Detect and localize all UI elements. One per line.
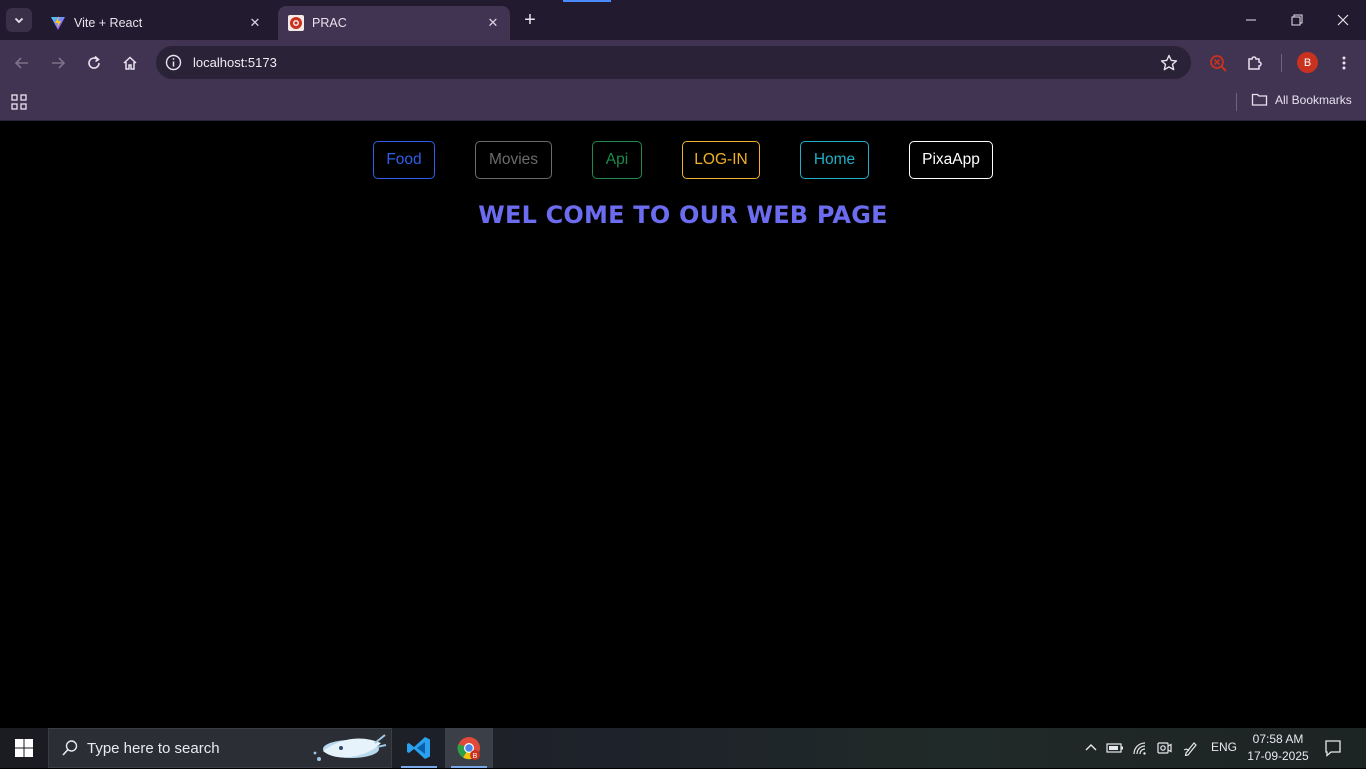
close-icon bbox=[1337, 14, 1349, 26]
windows-taskbar: B ENG 07:58 AM 17-09-2025 bbox=[0, 728, 1366, 768]
folder-icon bbox=[1251, 93, 1268, 106]
reload-button[interactable] bbox=[82, 51, 106, 75]
tab-group-indicator bbox=[563, 0, 611, 2]
forward-button[interactable] bbox=[46, 51, 70, 75]
extensions-button[interactable] bbox=[1243, 51, 1267, 75]
nav-login-button[interactable]: LOG-IN bbox=[682, 141, 760, 179]
chrome-icon: B bbox=[457, 737, 480, 760]
tab-search-button[interactable] bbox=[6, 8, 32, 32]
taskbar-vscode[interactable] bbox=[395, 728, 443, 768]
notification-icon bbox=[1325, 740, 1341, 757]
blocked-extension-icon bbox=[1210, 55, 1227, 72]
arrow-left-icon bbox=[14, 57, 28, 69]
site-favicon-icon bbox=[288, 15, 304, 31]
vite-icon bbox=[50, 15, 66, 31]
nav-movies-button[interactable]: Movies bbox=[475, 141, 552, 179]
home-icon bbox=[123, 56, 137, 70]
notifications-button[interactable] bbox=[1321, 728, 1345, 768]
bookmark-star-icon[interactable] bbox=[1159, 53, 1179, 73]
tab-vite-react[interactable]: Vite + React ✕ bbox=[40, 6, 272, 40]
site-info-icon[interactable] bbox=[165, 54, 182, 71]
vscode-icon bbox=[407, 737, 430, 759]
extension-blocked-button[interactable] bbox=[1206, 51, 1230, 75]
camera-icon bbox=[1157, 742, 1172, 754]
search-highlight-illustration-icon bbox=[313, 734, 387, 761]
restore-icon bbox=[1291, 14, 1303, 26]
minimize-button[interactable] bbox=[1228, 0, 1274, 40]
battery-icon bbox=[1106, 743, 1123, 753]
svg-text:B: B bbox=[473, 753, 478, 760]
arrow-right-icon bbox=[52, 57, 66, 69]
page-content: Food Movies Api LOG-IN Home PixaApp WEL … bbox=[0, 121, 1366, 728]
close-tab-icon[interactable]: ✕ bbox=[246, 14, 264, 32]
pen-tray[interactable] bbox=[1180, 728, 1202, 768]
show-hidden-icons-button[interactable] bbox=[1081, 728, 1101, 768]
clock-date: 17-09-2025 bbox=[1247, 749, 1309, 763]
wifi-icon bbox=[1133, 742, 1146, 755]
search-icon bbox=[62, 740, 78, 756]
back-button[interactable] bbox=[10, 51, 34, 75]
url-text[interactable]: localhost:5173 bbox=[193, 55, 277, 70]
tab-strip: Vite + React ✕ PRAC ✕ + bbox=[0, 0, 1366, 40]
taskbar-chrome[interactable]: B bbox=[445, 728, 493, 768]
kebab-menu-icon bbox=[1342, 56, 1346, 70]
taskbar-search[interactable] bbox=[48, 728, 392, 768]
bookmarks-divider bbox=[1236, 93, 1237, 111]
tab-title: PRAC bbox=[312, 16, 347, 30]
restore-button[interactable] bbox=[1274, 0, 1320, 40]
nav-food-button[interactable]: Food bbox=[373, 141, 435, 179]
menu-button[interactable] bbox=[1332, 51, 1356, 75]
taskbar-search-input[interactable] bbox=[87, 739, 307, 757]
browser-toolbar: localhost:5173 B bbox=[0, 40, 1366, 85]
pen-icon bbox=[1183, 742, 1197, 756]
tab-prac[interactable]: PRAC ✕ bbox=[278, 6, 510, 40]
home-button[interactable] bbox=[118, 51, 142, 75]
close-tab-icon[interactable]: ✕ bbox=[484, 14, 502, 32]
all-bookmarks-button[interactable]: All Bookmarks bbox=[1251, 92, 1352, 107]
taskbar-clock[interactable]: 07:58 AM 17-09-2025 bbox=[1242, 731, 1314, 765]
chevron-up-icon bbox=[1085, 744, 1097, 751]
apps-grid-icon[interactable] bbox=[10, 93, 28, 111]
nav-home-button[interactable]: Home bbox=[800, 141, 869, 179]
chevron-down-icon bbox=[14, 17, 24, 24]
clock-time: 07:58 AM bbox=[1252, 732, 1304, 746]
page-heading: WEL COME TO OUR WEB PAGE bbox=[478, 201, 888, 229]
reload-icon bbox=[88, 55, 100, 69]
all-bookmarks-label: All Bookmarks bbox=[1275, 92, 1352, 107]
bookmarks-bar: All Bookmarks bbox=[0, 85, 1366, 121]
tab-title: Vite + React bbox=[74, 16, 143, 30]
network-tray[interactable] bbox=[1129, 728, 1151, 768]
nav-api-button[interactable]: Api bbox=[592, 141, 642, 179]
puzzle-icon bbox=[1248, 56, 1262, 70]
windows-logo-icon bbox=[15, 739, 33, 757]
toolbar-divider bbox=[1281, 54, 1282, 72]
battery-tray[interactable] bbox=[1104, 728, 1126, 768]
address-bar[interactable]: localhost:5173 bbox=[156, 46, 1191, 79]
camera-tray[interactable] bbox=[1153, 728, 1175, 768]
profile-avatar[interactable]: B bbox=[1297, 52, 1318, 73]
minimize-icon bbox=[1246, 19, 1256, 21]
new-tab-button[interactable]: + bbox=[519, 9, 541, 31]
language-indicator[interactable]: ENG bbox=[1211, 740, 1237, 754]
nav-pixaapp-button[interactable]: PixaApp bbox=[909, 141, 993, 179]
close-window-button[interactable] bbox=[1320, 0, 1366, 40]
start-button[interactable] bbox=[0, 728, 48, 768]
